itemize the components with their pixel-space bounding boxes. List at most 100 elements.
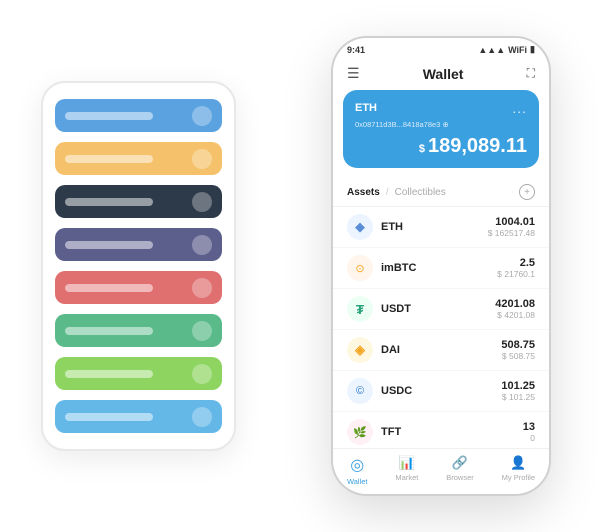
- tab-divider: /: [386, 187, 389, 198]
- status-time: 9:41: [347, 45, 365, 55]
- expand-icon[interactable]: ⛶: [527, 66, 535, 81]
- list-item[interactable]: [55, 99, 222, 132]
- asset-row-tft[interactable]: 🌿 TFT 13 0: [333, 412, 549, 448]
- usdc-name: USDC: [381, 385, 501, 397]
- imbtc-amount: 2.5: [497, 257, 535, 269]
- card-text-bar: [65, 413, 153, 421]
- eth-balance: $189,089.11: [355, 135, 527, 158]
- dai-amounts: 508.75 $ 508.75: [501, 339, 535, 361]
- profile-nav-icon: 👤: [510, 455, 526, 471]
- main-phone-mockup: 9:41 ▲▲▲ WiFi ▮ ☰ Wallet ⛶ ETH ... 0x087…: [331, 36, 551, 496]
- asset-row-usdt[interactable]: ₮ USDT 4201.08 $ 4201.08: [333, 289, 549, 330]
- market-nav-label: Market: [395, 473, 418, 482]
- currency-symbol: $: [419, 143, 425, 155]
- bottom-nav: ◎ Wallet 📊 Market 🔗 Browser 👤 My Profile: [333, 448, 549, 494]
- scene: 9:41 ▲▲▲ WiFi ▮ ☰ Wallet ⛶ ETH ... 0x087…: [21, 16, 581, 516]
- tft-icon: 🌿: [347, 419, 373, 445]
- eth-name: ETH: [381, 221, 488, 233]
- asset-row-dai[interactable]: ◈ DAI 508.75 $ 508.75: [333, 330, 549, 371]
- app-header: ☰ Wallet ⛶: [333, 59, 549, 90]
- balance-amount: 189,089.11: [428, 135, 527, 157]
- card-icon: [192, 149, 212, 169]
- usdc-amounts: 101.25 $ 101.25: [501, 380, 535, 402]
- usdc-amount: 101.25: [501, 380, 535, 392]
- background-phone-mockup: [41, 81, 236, 451]
- card-text-bar: [65, 241, 153, 249]
- card-icon: [192, 192, 212, 212]
- assets-header: Assets / Collectibles +: [333, 178, 549, 207]
- card-text-bar: [65, 284, 153, 292]
- eth-more-button[interactable]: ...: [512, 100, 527, 116]
- imbtc-usd: $ 21760.1: [497, 269, 535, 279]
- imbtc-icon: ⊙: [347, 255, 373, 281]
- page-title: Wallet: [423, 66, 464, 82]
- browser-nav-icon: 🔗: [452, 455, 468, 471]
- eth-wallet-card[interactable]: ETH ... 0x08711d3B...8418a78e3 ⊕ $189,08…: [343, 90, 539, 168]
- list-item[interactable]: [55, 228, 222, 261]
- tft-amounts: 13 0: [523, 421, 535, 443]
- eth-card-header: ETH ...: [355, 100, 527, 116]
- card-icon: [192, 106, 212, 126]
- list-item[interactable]: [55, 357, 222, 390]
- card-text-bar: [65, 370, 153, 378]
- list-item[interactable]: [55, 185, 222, 218]
- tft-usd: 0: [523, 433, 535, 443]
- card-text-bar: [65, 198, 153, 206]
- card-text-bar: [65, 327, 153, 335]
- nav-item-market[interactable]: 📊 Market: [395, 455, 418, 486]
- imbtc-amounts: 2.5 $ 21760.1: [497, 257, 535, 279]
- tft-amount: 13: [523, 421, 535, 433]
- usdt-usd: $ 4201.08: [495, 310, 535, 320]
- card-icon: [192, 407, 212, 427]
- card-text-bar: [65, 155, 153, 163]
- tft-name: TFT: [381, 426, 523, 438]
- browser-nav-label: Browser: [446, 473, 474, 482]
- nav-item-wallet[interactable]: ◎ Wallet: [347, 455, 368, 486]
- eth-address: 0x08711d3B...8418a78e3 ⊕: [355, 120, 527, 129]
- list-item[interactable]: [55, 400, 222, 433]
- dai-icon: ◈: [347, 337, 373, 363]
- status-bar: 9:41 ▲▲▲ WiFi ▮: [333, 38, 549, 59]
- list-item[interactable]: [55, 314, 222, 347]
- imbtc-name: imBTC: [381, 262, 497, 274]
- nav-item-browser[interactable]: 🔗 Browser: [446, 455, 474, 486]
- card-icon: [192, 235, 212, 255]
- card-text-bar: [65, 112, 153, 120]
- asset-row-eth[interactable]: ◆ ETH 1004.01 $ 162517.48: [333, 207, 549, 248]
- usdt-name: USDT: [381, 303, 495, 315]
- usdt-icon: ₮: [347, 296, 373, 322]
- usdt-amount: 4201.08: [495, 298, 535, 310]
- usdc-usd: $ 101.25: [501, 392, 535, 402]
- status-icons: ▲▲▲ WiFi ▮: [478, 44, 535, 55]
- list-item[interactable]: [55, 142, 222, 175]
- eth-usd: $ 162517.48: [488, 228, 535, 238]
- nav-item-profile[interactable]: 👤 My Profile: [502, 455, 535, 486]
- dai-name: DAI: [381, 344, 501, 356]
- wifi-icon: WiFi: [508, 45, 527, 55]
- market-nav-icon: 📊: [399, 455, 415, 471]
- phone-content: ETH ... 0x08711d3B...8418a78e3 ⊕ $189,08…: [333, 90, 549, 448]
- menu-icon[interactable]: ☰: [347, 65, 360, 82]
- eth-amounts: 1004.01 $ 162517.48: [488, 216, 535, 238]
- eth-icon: ◆: [347, 214, 373, 240]
- card-icon: [192, 278, 212, 298]
- signal-icon: ▲▲▲: [478, 45, 505, 55]
- dai-amount: 508.75: [501, 339, 535, 351]
- eth-amount: 1004.01: [488, 216, 535, 228]
- asset-row-usdc[interactable]: © USDC 101.25 $ 101.25: [333, 371, 549, 412]
- battery-icon: ▮: [530, 44, 535, 55]
- usdc-icon: ©: [347, 378, 373, 404]
- eth-label: ETH: [355, 102, 377, 114]
- tab-assets[interactable]: Assets: [347, 187, 380, 198]
- dai-usd: $ 508.75: [501, 351, 535, 361]
- profile-nav-label: My Profile: [502, 473, 535, 482]
- card-icon: [192, 364, 212, 384]
- asset-row-imbtc[interactable]: ⊙ imBTC 2.5 $ 21760.1: [333, 248, 549, 289]
- add-asset-button[interactable]: +: [519, 184, 535, 200]
- tab-collectibles[interactable]: Collectibles: [395, 187, 446, 198]
- assets-tabs: Assets / Collectibles: [347, 187, 446, 198]
- wallet-nav-label: Wallet: [347, 477, 368, 486]
- list-item[interactable]: [55, 271, 222, 304]
- asset-list: ◆ ETH 1004.01 $ 162517.48 ⊙ imBTC 2.5 $ …: [333, 207, 549, 448]
- usdt-amounts: 4201.08 $ 4201.08: [495, 298, 535, 320]
